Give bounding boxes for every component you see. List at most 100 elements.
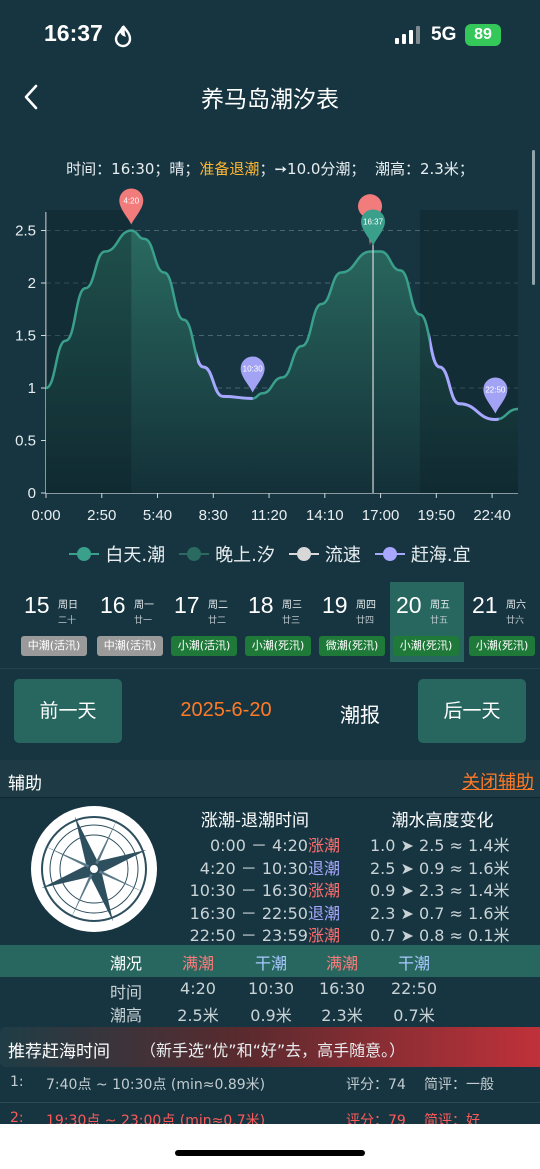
tide-level-badge: 中潮(活汛)	[21, 636, 87, 656]
status-time-cell: 22:50	[390, 979, 438, 998]
status-header-cell: 干潮	[254, 954, 287, 973]
date-lunar: 二十	[58, 616, 77, 626]
recommend-index: 1:	[10, 1074, 24, 1090]
home-indicator-area	[0, 1124, 540, 1169]
status-time-cell: 10:30	[247, 979, 295, 998]
legend-label: 流速	[324, 545, 361, 566]
tide-chart[interactable]: 0 0.5 1 1.5 2 2.5 0:00 2:50 5:40 8:30 11:20 14:10 17…	[0, 180, 540, 530]
info-status: 准备退潮	[199, 160, 260, 178]
info-height: 潮高：2.3米；	[374, 160, 474, 178]
status-header-cell: 满潮	[325, 954, 358, 973]
tide-times-title: 涨潮-退潮时间	[200, 811, 310, 831]
previous-day-button[interactable]: 前一天	[14, 679, 122, 743]
tide-time-type: 涨潮	[307, 836, 340, 855]
info-sep: ；	[259, 160, 275, 178]
tide-level-badge: 小潮(死汛)	[469, 636, 535, 656]
height-change-row: 1.0 ➤ 2.5 ≈ 1.4米	[370, 836, 510, 855]
date-weekday: 周一	[134, 600, 154, 611]
recommend-divider	[0, 1102, 540, 1103]
status-time-cell: 时间	[109, 983, 142, 1002]
date-weekday: 周二	[208, 600, 228, 611]
y-tick-label: 1.5	[15, 328, 36, 345]
date-item[interactable]: 六九	[0, 582, 16, 662]
height-change-row: 2.5 ➤ 0.9 ≈ 1.6米	[370, 858, 510, 878]
status-header-cell: 干潮	[397, 954, 430, 973]
aux-bar: 辅助 关闭辅助	[0, 760, 540, 798]
recommend-score: 评分：74	[346, 1077, 406, 1093]
current-date: 2025-6-20	[180, 699, 272, 721]
recommend-time: 7:40点 ~ 10:30点 (min≈0.89米)	[46, 1077, 266, 1093]
tide-time-range: 16:30 － 22:50	[189, 903, 308, 923]
date-number: 16	[100, 592, 126, 618]
tide-level-badge: 小潮(死汛)	[245, 636, 311, 656]
x-tick-label: 14:10	[306, 507, 344, 524]
recommend-comment: 简评：一般	[424, 1077, 494, 1093]
tide-info-line: 时间：16:30；晴；准备退潮；➙10.0分潮； 潮高：2.3米；	[0, 158, 540, 179]
height-change-row: 0.7 ➤ 0.8 ≈ 0.1米	[370, 926, 510, 945]
legend-marker	[374, 547, 405, 561]
recommend-bar: 推荐赶海时间 （新手选“优”和“好”去，高手随意。）	[0, 1027, 540, 1067]
legend-label: 晚上.汐	[215, 545, 275, 566]
date-number: 19	[322, 592, 348, 618]
tide-time-row: 10:30 － 16:30涨潮	[170, 877, 340, 901]
status-time-cell: 16:30	[318, 979, 366, 998]
status-time: 16:37	[44, 20, 103, 46]
y-tick-label: 0.5	[15, 433, 36, 450]
date-lunar: 廿二	[208, 616, 227, 626]
date-item[interactable]: 20 周五 廿五 小潮(死汛)	[390, 582, 464, 662]
tide-marker-pin	[240, 356, 265, 393]
tide-time-range: 22:50 － 23:59	[189, 926, 308, 945]
status-height-cell: 2.3米	[321, 1006, 363, 1025]
date-selector[interactable]: 六九15周日二十中潮(活汛)16周一廿一中潮(活汛)17周二廿二小潮(活汛)18…	[0, 582, 540, 666]
date-lunar: 廿三	[282, 616, 301, 626]
info-flow: ➙10.0分潮；	[274, 160, 366, 178]
tide-level-badge: 小潮(活汛)	[171, 636, 237, 656]
date-item[interactable]: 17 周二廿二小潮(活汛)	[168, 582, 242, 662]
x-tick-label: 19:50	[418, 507, 456, 524]
home-indicator[interactable]	[175, 1150, 365, 1156]
tide-time-row: 4:20 － 10:30退潮	[170, 855, 340, 879]
date-lunar: 廿四	[356, 616, 375, 626]
legend-label: 赶海.宜	[410, 545, 471, 566]
x-tick-label: 0:00	[31, 507, 60, 524]
compass-icon	[31, 806, 157, 932]
date-item[interactable]: 15 周日 二十 中潮(活汛)	[18, 582, 92, 662]
date-number: 15	[24, 592, 50, 618]
tide-level-badge: 小潮(死汛)	[393, 636, 459, 656]
day-navigation: 前一天 2025-6-20 潮报 后一天	[0, 668, 540, 756]
recommend-row[interactable]: 1: 7:40点 ~ 10:30点 (min≈0.89米) 评分：74 简评：一般	[0, 1066, 540, 1100]
status-time-cell: 4:20	[180, 979, 216, 998]
y-tick-label: 1	[28, 380, 36, 397]
status-height-cell: 0.7米	[393, 1006, 435, 1025]
date-item[interactable]: 16 周一 廿一 中潮(活汛)	[94, 582, 168, 662]
tide-time-row: 16:30 － 22:50退潮	[170, 900, 340, 924]
tide-time-type: 退潮	[307, 903, 340, 923]
x-tick-label: 8:30	[199, 507, 228, 524]
close-aux-link[interactable]: 关闭辅助	[462, 768, 534, 794]
legend-item: 晚上.汐	[179, 540, 275, 568]
next-day-button[interactable]: 后一天	[418, 679, 526, 743]
date-item[interactable]: 18 周三 廿三 小潮(死汛)	[242, 582, 316, 662]
date-number: 17	[174, 592, 200, 618]
y-tick-label: 2	[28, 275, 36, 292]
tide-time-type: 涨潮	[307, 881, 340, 900]
x-tick-label: 22:40	[473, 507, 511, 524]
date-item[interactable]: 19 周四 廿四 微潮(死汛)	[316, 582, 390, 662]
date-number: 18	[248, 592, 274, 618]
legend-marker	[179, 547, 210, 561]
tide-time-type: 退潮	[307, 858, 340, 878]
legend-label: 白天.潮	[105, 545, 166, 566]
location-flame-icon	[114, 25, 132, 48]
tide-level-badge: 中潮(活汛)	[97, 636, 163, 656]
tide-time-row: 0:00 － 4:20涨潮	[170, 832, 340, 856]
tide-level-badge: 微潮(死汛)	[319, 636, 385, 656]
legend-item: 流速	[288, 540, 361, 568]
status-header-cell: 满潮	[181, 954, 214, 973]
status-height-cell: 潮高	[109, 1006, 142, 1025]
date-item[interactable]: 21 周六 廿六 小潮(死汛)	[466, 582, 540, 662]
date-lunar: 廿六	[506, 616, 525, 626]
status-bar: 16:37 5G 89	[0, 0, 540, 70]
date-weekday: 周六	[506, 600, 526, 611]
tide-time-range: 0:00 － 4:20	[209, 836, 308, 855]
tide-report-label[interactable]: 潮报	[325, 699, 395, 728]
